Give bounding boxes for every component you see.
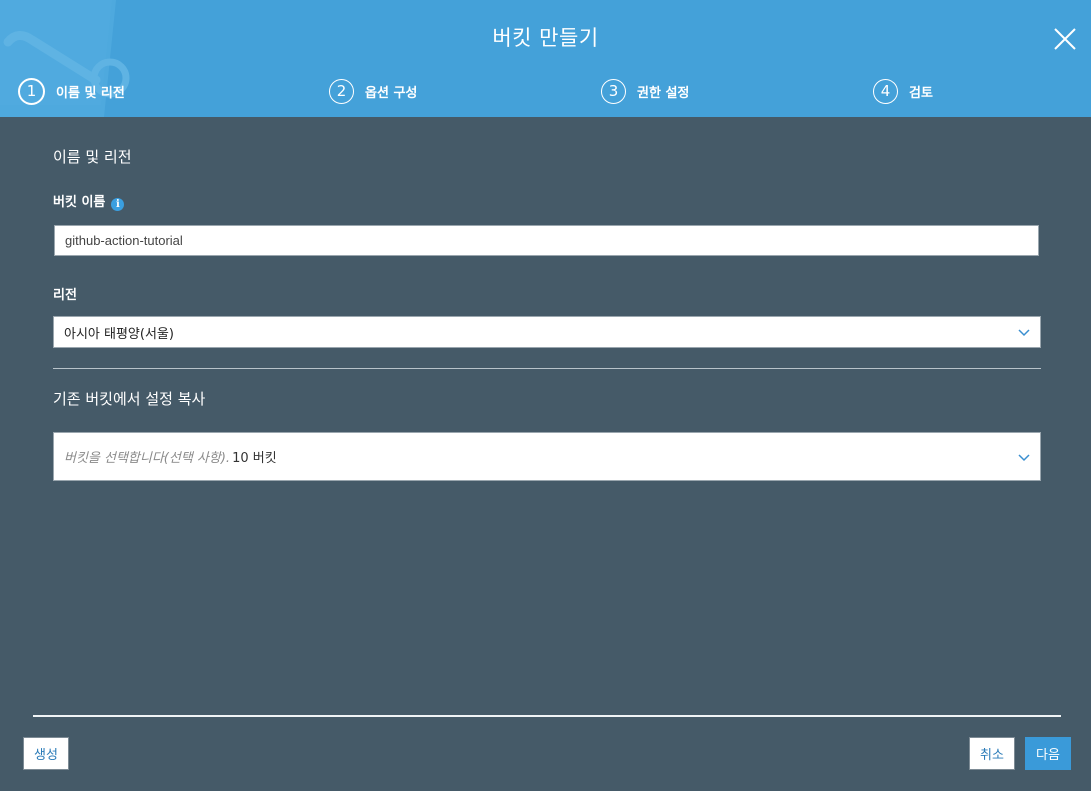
dialog-title: 버킷 만들기: [492, 26, 599, 50]
step-label: 권한 설정: [637, 85, 690, 101]
info-icon[interactable]: i: [111, 198, 125, 211]
step-number: 4: [873, 78, 898, 104]
step-number: 2: [329, 78, 354, 104]
bucket-name-label-text: 버킷 이름: [53, 195, 106, 210]
step-options[interactable]: 2 옵션 구성: [329, 77, 417, 105]
dialog-header: 버킷 만들기 1 이름 및 리전 2 옵션 구성 3 권한 설정 4 검토: [0, 0, 1091, 117]
cancel-button[interactable]: 취소: [969, 737, 1015, 770]
step-review[interactable]: 4 검토: [873, 77, 933, 105]
region-select-value: 아시아 태평양(서울): [64, 326, 174, 342]
footer-divider: [33, 715, 1061, 717]
close-icon[interactable]: [1053, 27, 1077, 51]
step-label: 검토: [909, 85, 933, 101]
step-label: 옵션 구성: [365, 85, 418, 101]
step-number: 3: [601, 78, 626, 104]
region-select[interactable]: 아시아 태평양(서울): [53, 316, 1041, 348]
create-button[interactable]: 생성: [23, 737, 69, 770]
section-title-copy-settings: 기존 버킷에서 설정 복사: [53, 390, 206, 408]
bucket-name-input[interactable]: github-action-tutorial: [54, 225, 1039, 256]
section-title-name-region: 이름 및 리전: [53, 148, 132, 166]
step-permissions[interactable]: 3 권한 설정: [601, 77, 689, 105]
step-number: 1: [18, 77, 45, 105]
bucket-count: 10 버킷: [232, 451, 277, 466]
chevron-down-icon: [1018, 329, 1030, 337]
section-divider: [53, 368, 1041, 369]
copy-bucket-placeholder: 버킷을 선택합니다(선택 사항).: [64, 451, 231, 466]
step-name-region[interactable]: 1 이름 및 리전: [18, 77, 125, 105]
region-label: 리전: [53, 288, 77, 303]
next-button[interactable]: 다음: [1025, 737, 1071, 770]
bucket-name-label: 버킷 이름 i: [53, 191, 125, 211]
step-label: 이름 및 리전: [56, 85, 125, 101]
chevron-down-icon: [1018, 453, 1030, 461]
copy-bucket-select[interactable]: 버킷을 선택합니다(선택 사항). 10 버킷: [53, 432, 1041, 481]
